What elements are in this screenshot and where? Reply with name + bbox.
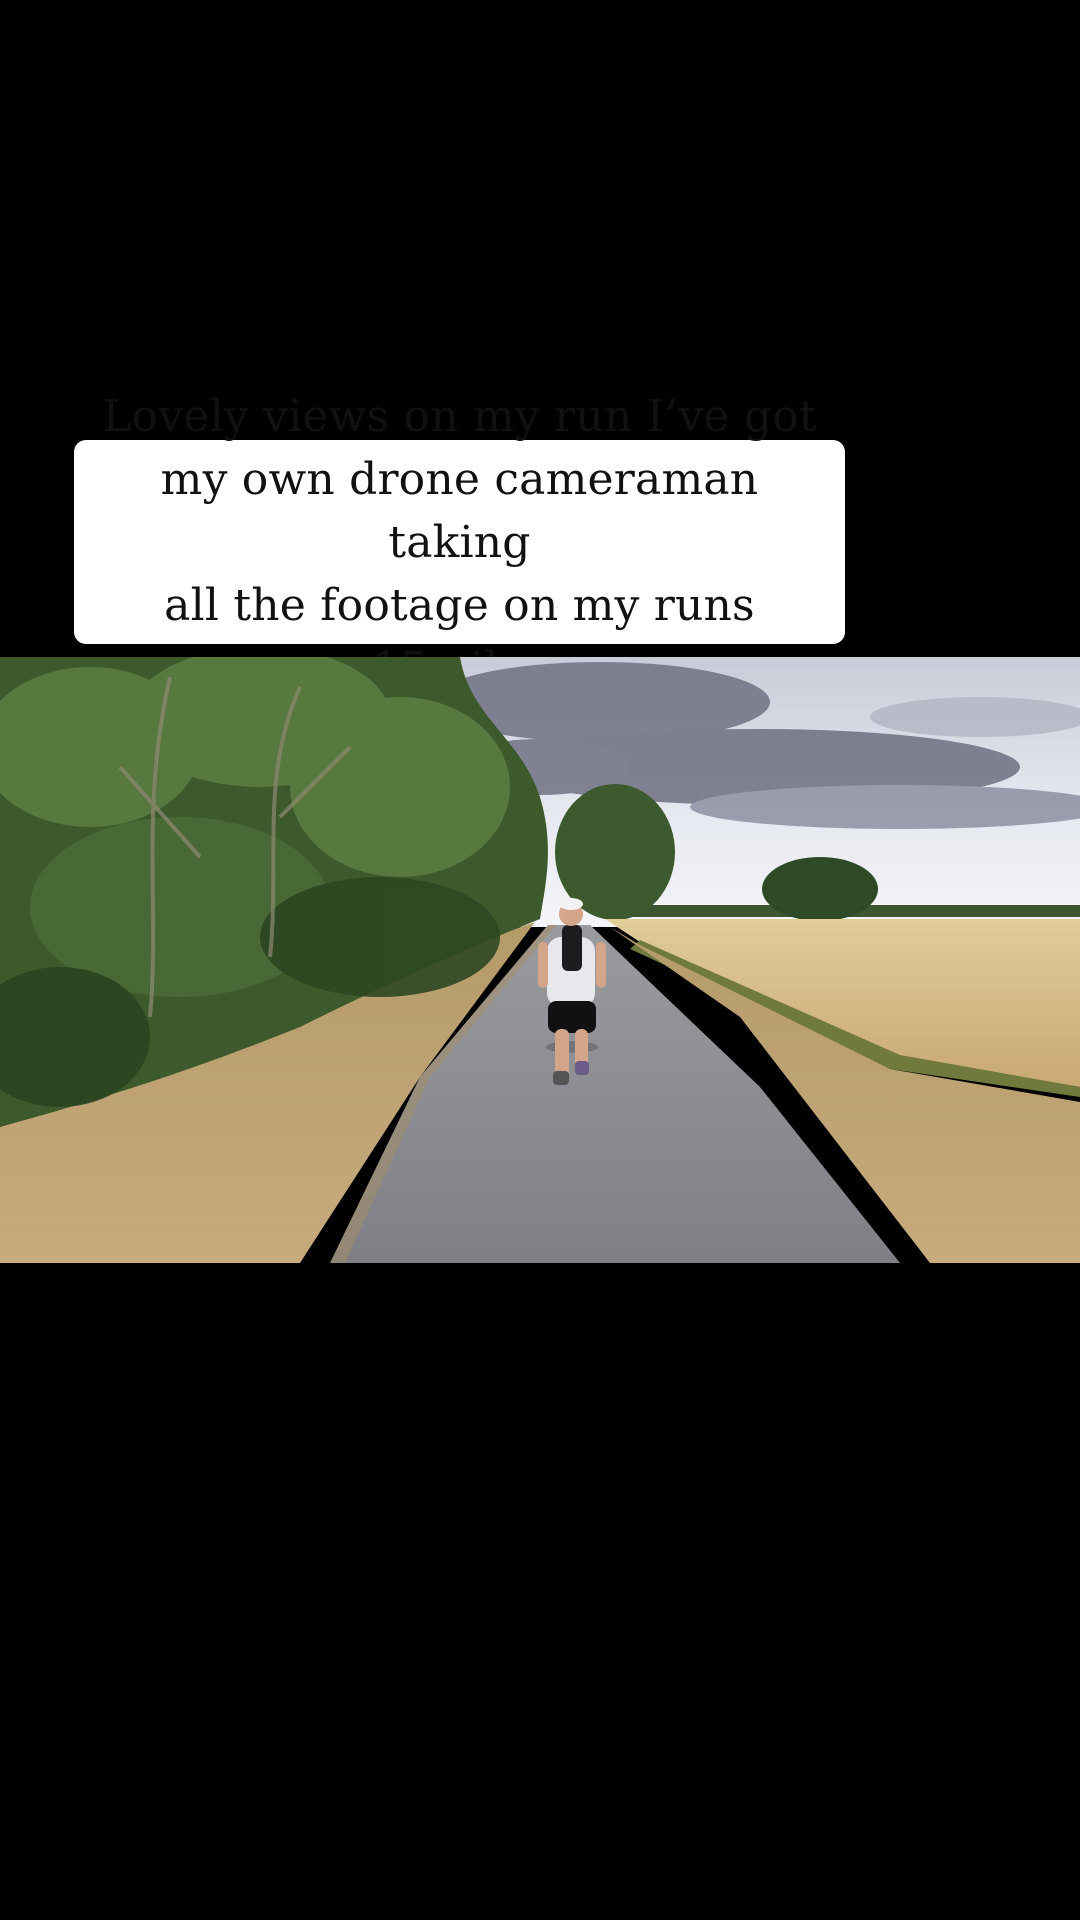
caption-box: Lovely views on my run I’ve got my own d… [74,391,845,694]
distant-tree-cluster [762,857,878,921]
video-scene-illustration [0,657,1080,1263]
caption-text: Lovely views on my run I’ve got my own d… [102,390,817,694]
bottom-letterbox [0,1263,1080,1920]
video-frame[interactable] [0,657,1080,1263]
